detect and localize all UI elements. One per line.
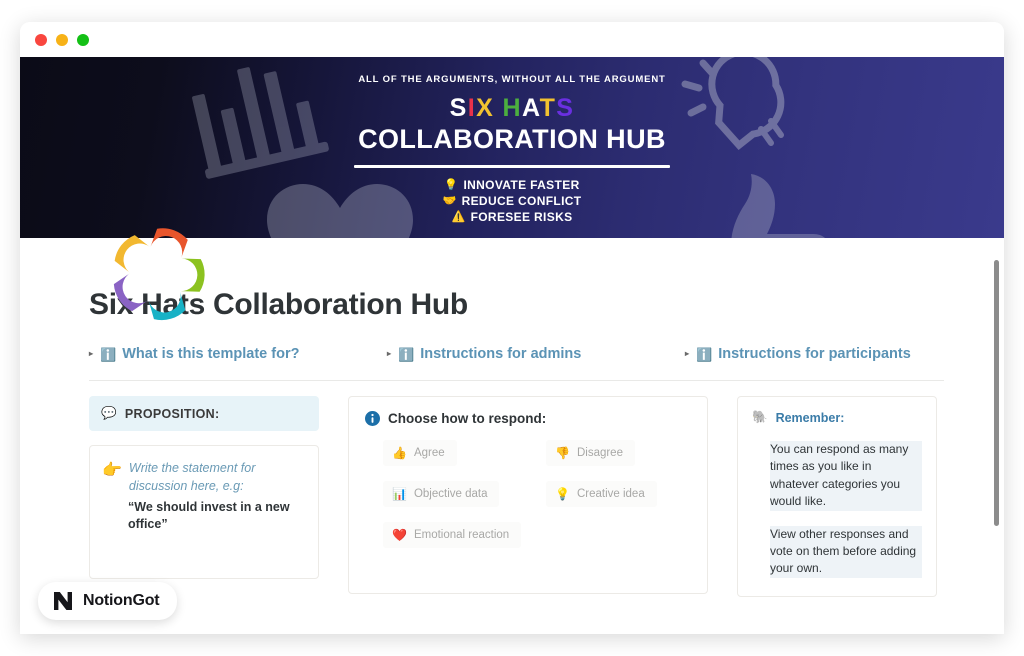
info-emoji: ℹ️ (398, 346, 415, 362)
banner-benefit-label: INNOVATE FASTER (463, 178, 580, 192)
proposition-body-card[interactable]: 👉 Write the statement for discussion her… (89, 445, 319, 579)
banner-sixhats-letter: H (502, 94, 522, 122)
respond-options-grid: 👍 Agree 👎 Disagree 📊 Objective data 💡 Cr… (365, 440, 691, 548)
remember-paragraph: You can respond as many times as you lik… (770, 441, 922, 511)
banner-sixhats-letter: I (467, 94, 477, 122)
banner-kicker: ALL OF THE ARGUMENTS, WITHOUT ALL THE AR… (358, 74, 666, 85)
heart-emoji: ❤️ (392, 528, 407, 542)
respond-option-label: Disagree (576, 447, 623, 459)
window-titlebar (20, 22, 1004, 57)
respond-option-label: Agree (413, 447, 445, 459)
elephant-emoji: 🐘 (752, 410, 768, 424)
close-button[interactable] (35, 33, 47, 46)
banner-benefit-item: ⚠️ FORESEE RISKS (452, 210, 573, 224)
three-column-layout: 💬 PROPOSITION: 👉 Write the statement for… (89, 396, 959, 597)
respond-option-label: Emotional reaction (413, 529, 510, 541)
banner-sixhats-letter: T (539, 94, 557, 122)
info-circle-icon (365, 411, 380, 426)
toggle-instructions-for-participants[interactable]: ▸ ℹ️ Instructions for participants (685, 346, 911, 362)
banner-content: ALL OF THE ARGUMENTS, WITHOUT ALL THE AR… (20, 57, 1004, 224)
proposition-hint-text: Write the statement for discussion here,… (128, 461, 256, 493)
toggle-instructions-for-admins[interactable]: ▸ ℹ️ Instructions for admins (387, 346, 685, 362)
banner-divider-rule (354, 165, 670, 168)
page-viewport: ALL OF THE ARGUMENTS, WITHOUT ALL THE AR… (20, 57, 1004, 634)
respond-slot: 👎 Disagree (528, 440, 691, 466)
page-body: Six Hats Collaboration Hub ▸ ℹ️ What is … (20, 288, 1004, 634)
banner-sixhats-title: SIX HATS (20, 94, 1004, 123)
app-frame: ALL OF THE ARGUMENTS, WITHOUT ALL THE AR… (0, 0, 1024, 656)
notiongot-label: NotionGot (83, 592, 160, 609)
toggle-label: Instructions for participants (718, 346, 911, 362)
proposition-column: 💬 PROPOSITION: 👉 Write the statement for… (89, 396, 319, 579)
vertical-scrollbar-thumb[interactable] (994, 260, 999, 526)
remember-paragraph: View other responses and vote on them be… (770, 525, 922, 578)
remember-header-label: Remember: (775, 410, 845, 425)
respond-slot: 📊 Objective data (365, 481, 528, 507)
chevron-right-icon[interactable]: ▸ (685, 350, 689, 358)
respond-slot: ❤️ Emotional reaction (365, 522, 528, 548)
banner-benefit-list: 💡 INNOVATE FASTER 🤝 REDUCE CONFLICT ⚠️ F… (20, 178, 1004, 224)
banner-sixhats-letter: S (449, 94, 468, 122)
banner-benefit-item: 💡 INNOVATE FASTER (444, 178, 579, 192)
browser-window: ALL OF THE ARGUMENTS, WITHOUT ALL THE AR… (20, 22, 1004, 634)
remember-card: 🐘 Remember: You can respond as many time… (737, 396, 937, 597)
proposition-header-label: PROPOSITION: (124, 406, 220, 421)
lightbulb-emoji: 💡 (444, 178, 459, 191)
banner-benefit-label: REDUCE CONFLICT (461, 194, 582, 208)
remember-column: 🐘 Remember: You can respond as many time… (737, 396, 937, 597)
handshake-emoji: 🤝 (442, 194, 457, 207)
maximize-button[interactable] (77, 33, 89, 46)
banner-subtitle: COLLABORATION HUB (358, 124, 666, 154)
remember-header: 🐘 Remember: (752, 410, 922, 425)
chevron-right-icon[interactable]: ▸ (89, 350, 93, 358)
page-cover-banner: ALL OF THE ARGUMENTS, WITHOUT ALL THE AR… (20, 57, 1004, 238)
banner-sixhats-letter: A (521, 94, 540, 122)
thumbs-up-emoji: 👍 (392, 446, 407, 460)
notiongot-watermark: NotionGot (38, 582, 178, 620)
respond-slot: 💡 Creative idea (528, 481, 691, 507)
proposition-statement[interactable]: “We should invest in a new office” (128, 499, 306, 535)
banner-benefit-label: FORESEE RISKS (470, 210, 573, 224)
speech-bubble-emoji: 💬 (101, 406, 117, 420)
pointing-right-emoji: 👉 (102, 462, 122, 479)
minimize-button[interactable] (56, 33, 68, 46)
respond-option-emotional-reaction[interactable]: ❤️ Emotional reaction (383, 522, 522, 548)
bar-chart-emoji: 📊 (392, 487, 407, 501)
chevron-right-icon[interactable]: ▸ (387, 350, 391, 358)
respond-option-label: Objective data (413, 488, 488, 500)
banner-sixhats-letter: S (556, 94, 575, 122)
banner-sixhats-letter: X (476, 94, 495, 122)
respond-column: Choose how to respond: 👍 Agree 👎 Disagre… (348, 396, 708, 594)
info-emoji: ℹ️ (696, 346, 713, 362)
banner-sixhats-letter (494, 94, 502, 122)
thumbs-down-emoji: 👎 (555, 446, 570, 460)
lightbulb-emoji: 💡 (555, 487, 570, 501)
warning-emoji: ⚠️ (451, 210, 466, 223)
info-emoji: ℹ️ (100, 346, 117, 362)
toggle-label: Instructions for admins (420, 346, 582, 362)
respond-header-label: Choose how to respond: (388, 411, 547, 426)
toggle-row: ▸ ℹ️ What is this template for? ▸ ℹ️ Ins… (89, 346, 944, 362)
respond-option-label: Creative idea (576, 488, 645, 500)
respond-slot: 👍 Agree (365, 440, 528, 466)
page-title: Six Hats Collaboration Hub (89, 288, 468, 321)
notiongot-logo-icon (54, 592, 72, 610)
six-hats-pinwheel-logo[interactable] (110, 226, 206, 322)
respond-option-disagree[interactable]: 👎 Disagree (546, 440, 635, 466)
respond-option-agree[interactable]: 👍 Agree (383, 440, 457, 466)
respond-option-objective-data[interactable]: 📊 Objective data (383, 481, 500, 507)
respond-card: Choose how to respond: 👍 Agree 👎 Disagre… (348, 396, 708, 594)
respond-header: Choose how to respond: (365, 411, 691, 426)
proposition-header-callout: 💬 PROPOSITION: (89, 396, 319, 431)
section-divider (89, 380, 944, 381)
respond-option-creative-idea[interactable]: 💡 Creative idea (546, 481, 657, 507)
proposition-hint: 👉 Write the statement for discussion her… (102, 460, 306, 496)
toggle-what-is-this-template-for[interactable]: ▸ ℹ️ What is this template for? (89, 346, 387, 362)
toggle-label: What is this template for? (122, 346, 300, 362)
banner-benefit-item: 🤝 REDUCE CONFLICT (443, 194, 582, 208)
